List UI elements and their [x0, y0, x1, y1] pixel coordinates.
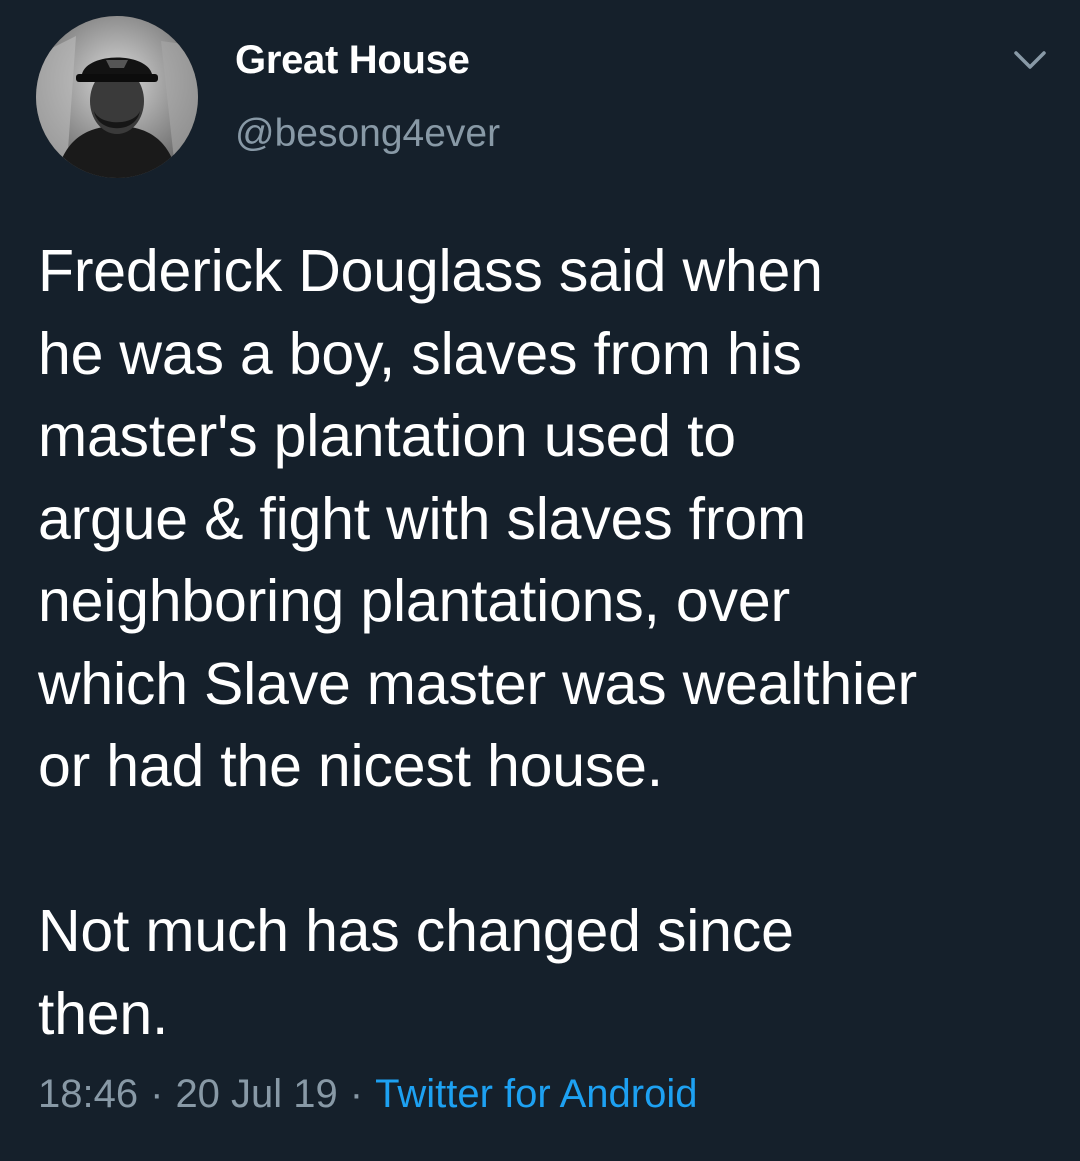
avatar[interactable] — [36, 16, 198, 178]
avatar-image — [36, 16, 198, 178]
tweet-date[interactable]: 20 Jul 19 — [175, 1072, 337, 1116]
tweet-text: Frederick Douglass said when he was a bo… — [38, 238, 917, 1047]
tweet-meta: 18:46 · 20 Jul 19 · Twitter for Android — [38, 1072, 697, 1117]
tweet-card: Great House @besong4ever Frederick Dougl… — [0, 0, 1080, 1161]
chevron-down-icon[interactable] — [1010, 44, 1050, 76]
tweet-time[interactable]: 18:46 — [38, 1072, 138, 1116]
tweet-source-link[interactable]: Twitter for Android — [375, 1072, 697, 1116]
meta-separator: · — [349, 1072, 364, 1116]
meta-separator: · — [150, 1072, 164, 1116]
user-handle[interactable]: @besong4ever — [235, 112, 500, 156]
display-name[interactable]: Great House — [235, 38, 470, 83]
